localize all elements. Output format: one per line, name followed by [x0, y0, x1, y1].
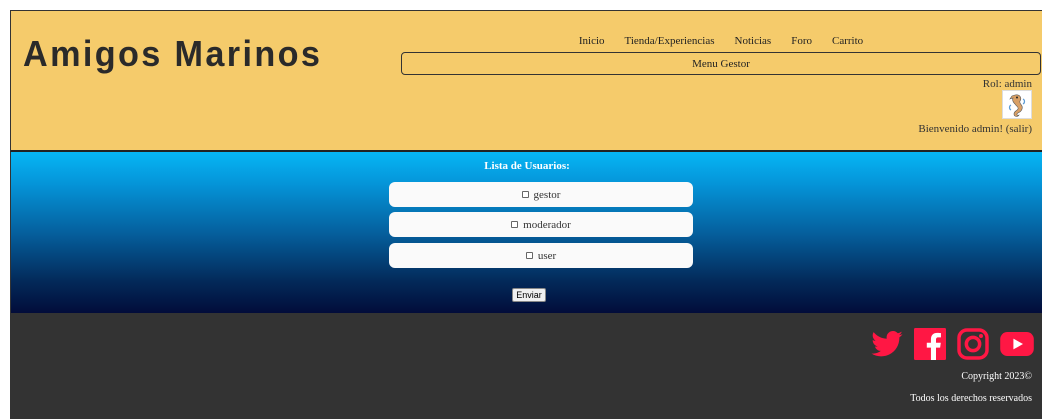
- site-footer: Copyright 2023© Todos los derechos reser…: [10, 313, 1042, 419]
- nav-tienda-experiencias[interactable]: Tienda/Experiencias: [625, 35, 715, 47]
- nav-carrito[interactable]: Carrito: [832, 35, 863, 47]
- main-content: Lista de Usuarios: gestor moderador user…: [10, 152, 1042, 313]
- checkbox-user[interactable]: [525, 252, 533, 259]
- user-option-label: gestor: [533, 188, 561, 201]
- youtube-icon[interactable]: [1000, 332, 1034, 356]
- instagram-icon[interactable]: [957, 328, 989, 360]
- user-list-title: Lista de Usuarios:: [484, 160, 570, 172]
- nav-foro[interactable]: Foro: [791, 35, 812, 47]
- submit-button[interactable]: Enviar: [512, 288, 546, 302]
- user-role: Rol: admin: [982, 78, 1032, 90]
- user-option-gestor[interactable]: gestor: [389, 182, 693, 207]
- avatar: [1002, 90, 1032, 119]
- user-option-label: moderador: [523, 218, 571, 231]
- user-option-label: user: [537, 249, 557, 262]
- site-header: Amigos Marinos Inicio Tienda/Experiencia…: [10, 10, 1042, 152]
- user-option-moderador[interactable]: moderador: [389, 212, 693, 237]
- seahorse-icon: [1008, 94, 1026, 117]
- twitter-icon[interactable]: [871, 331, 903, 357]
- social-links: [871, 328, 1034, 360]
- site-logo[interactable]: Amigos Marinos: [23, 33, 322, 75]
- page-frame: Amigos Marinos Inicio Tienda/Experiencia…: [10, 10, 1042, 419]
- checkbox-moderador[interactable]: [511, 221, 519, 228]
- welcome-logout-text[interactable]: Bienvenido admin! (salir): [918, 123, 1032, 135]
- checkbox-gestor[interactable]: [521, 191, 529, 198]
- facebook-icon[interactable]: [914, 328, 946, 360]
- copyright-text: Copyright 2023©: [961, 371, 1032, 382]
- nav-inicio[interactable]: Inicio: [579, 35, 605, 47]
- nav-noticias[interactable]: Noticias: [735, 35, 772, 47]
- main-nav: Inicio Tienda/Experiencias Noticias Foro…: [401, 35, 1041, 47]
- user-option-user[interactable]: user: [389, 243, 693, 268]
- rights-text: Todos los derechos reservados: [910, 393, 1032, 404]
- gestor-menu-button[interactable]: Menu Gestor: [401, 52, 1041, 75]
